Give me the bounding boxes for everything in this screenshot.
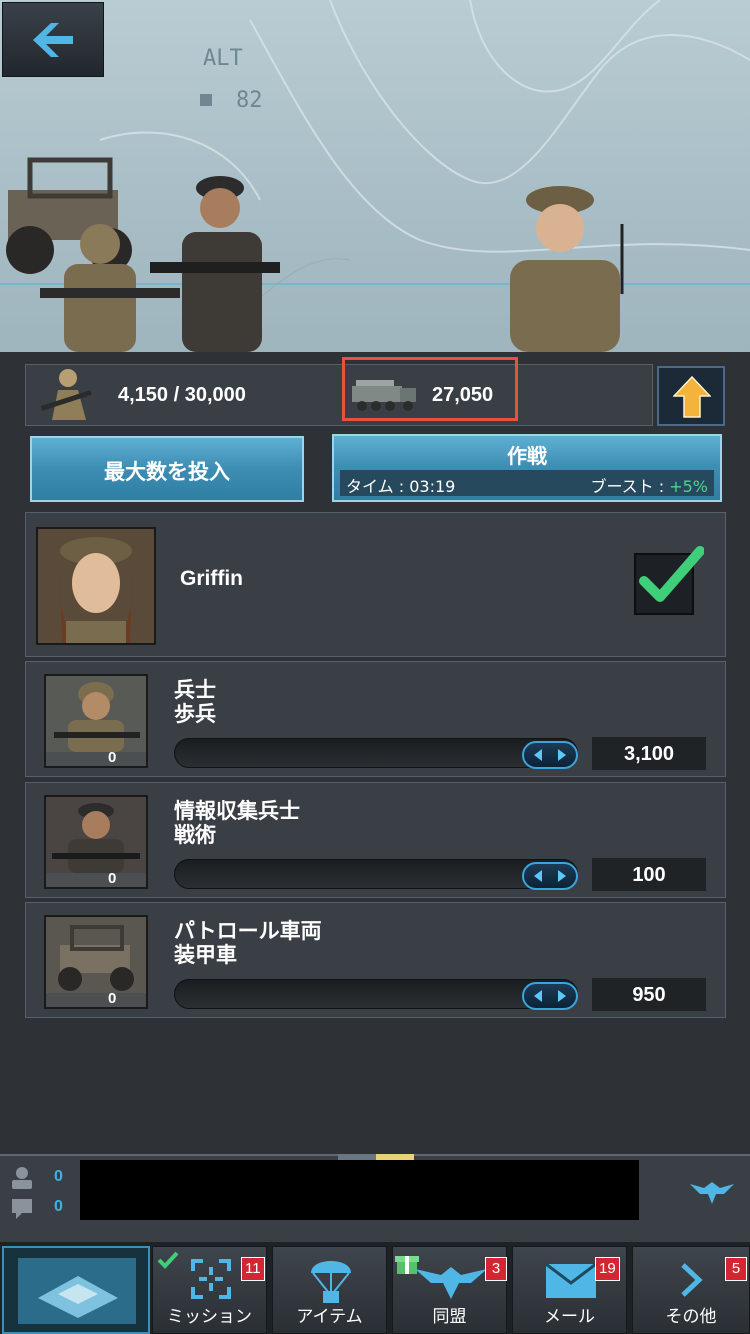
troop-row-patrol-vehicle: 0 パトロール車両 装甲車 950	[25, 902, 726, 1018]
online-members-count: 0	[54, 1168, 63, 1185]
upgrade-capacity-button[interactable]	[657, 366, 725, 426]
operation-button[interactable]: 作戦 タイム : 03:19 ブースト : +5%	[332, 434, 722, 502]
slider-handle[interactable]	[522, 982, 578, 1010]
troop-soldier-icon	[40, 369, 92, 420]
alliance-badge: 3	[485, 1257, 507, 1281]
troop-owned-count: 0	[108, 990, 117, 1007]
nav-base-button[interactable]	[2, 1246, 150, 1334]
message-icon	[12, 1199, 32, 1219]
troop-name: 情報収集兵士	[174, 799, 300, 823]
troop-quantity-input[interactable]: 950	[592, 978, 706, 1011]
slider-handle[interactable]	[522, 741, 578, 769]
parachute-icon	[311, 1261, 351, 1303]
commander-avatar	[38, 529, 154, 643]
boost-label: ブースト :	[590, 477, 670, 496]
operation-title: 作戦	[507, 444, 547, 468]
nav-label: その他	[665, 1307, 717, 1327]
unread-messages-count: 0	[54, 1198, 63, 1215]
nav-alliance-button[interactable]: 3 同盟	[392, 1246, 507, 1334]
march-time: タイム : 03:19	[346, 477, 456, 496]
troop-quantity-input[interactable]: 100	[592, 858, 706, 891]
back-button[interactable]	[2, 2, 104, 77]
commander-name: Griffin	[180, 567, 243, 590]
more-badge: 5	[725, 1257, 747, 1281]
troop-capacity: 4,150 / 30,000	[118, 384, 246, 406]
alt-marker-icon	[200, 94, 212, 106]
up-arrow-icon	[673, 376, 711, 418]
nav-mission-button[interactable]: 11 ミッション	[152, 1246, 267, 1334]
troop-quantity-value: 950	[632, 984, 666, 1006]
left-right-arrows-icon	[534, 749, 566, 761]
chat-preview[interactable]	[80, 1160, 639, 1220]
infantry-avatar	[46, 676, 146, 752]
check-mark-icon	[639, 546, 704, 602]
deploy-max-label: 最大数を投入	[104, 460, 230, 484]
troop-name-block: 情報収集兵士 戦術	[174, 799, 300, 847]
map-header: ALT 82	[0, 0, 750, 352]
troop-quantity-input[interactable]: 3,100	[592, 737, 706, 770]
left-right-arrows-icon	[534, 990, 566, 1002]
troop-type: 歩兵	[174, 702, 216, 726]
troop-quantity-slider[interactable]	[174, 859, 578, 889]
operation-info-bar: タイム : 03:19 ブースト : +5%	[340, 470, 714, 496]
boost-value: +5%	[669, 477, 708, 496]
nav-more-button[interactable]: 5 その他	[632, 1246, 750, 1334]
troop-name-block: 兵士 歩兵	[174, 678, 216, 726]
alt-value: 82	[236, 88, 263, 113]
troop-quantity-value: 100	[632, 864, 666, 886]
mail-badge: 19	[595, 1257, 620, 1281]
nav-label: ミッション	[167, 1307, 252, 1327]
intel-soldier-art	[150, 176, 280, 352]
troop-name: パトロール車両	[174, 919, 322, 943]
base-icon	[18, 1258, 136, 1324]
troop-type: 戦術	[174, 823, 216, 847]
nav-label: メール	[544, 1307, 595, 1327]
deploy-max-button[interactable]: 最大数を投入	[30, 436, 304, 502]
commander-art	[510, 186, 624, 352]
troop-owned-count: 0	[108, 749, 117, 766]
commander-portrait	[36, 527, 156, 645]
troop-quantity-value: 3,100	[623, 743, 675, 765]
nav-label: アイテム	[296, 1307, 363, 1327]
commander-select-checkbox[interactable]	[634, 546, 704, 615]
alt-label: ALT	[203, 46, 243, 71]
nav-mail-button[interactable]: 19 メール	[512, 1246, 627, 1334]
troop-row-intel: 0 情報収集兵士 戦術 100	[25, 782, 726, 898]
intel-soldier-avatar	[46, 797, 146, 873]
troop-owned-count: 0	[108, 870, 117, 887]
alliance-chat-eagle-icon[interactable]	[690, 1176, 734, 1206]
completed-check-icon	[157, 1251, 179, 1269]
eagle-icon	[415, 1267, 487, 1299]
mission-badge: 11	[241, 1257, 265, 1281]
member-icon	[12, 1167, 32, 1189]
slider-handle[interactable]	[522, 862, 578, 890]
nav-label: 同盟	[432, 1307, 467, 1327]
commander-card[interactable]: Griffin	[25, 512, 726, 657]
nav-items-button[interactable]: アイテム	[272, 1246, 387, 1334]
troop-name-block: パトロール車両 装甲車	[174, 919, 322, 967]
mail-icon	[545, 1263, 597, 1298]
back-arrow-icon	[33, 23, 73, 57]
troop-type: 装甲車	[174, 943, 237, 967]
troop-quantity-slider[interactable]	[174, 979, 578, 1009]
vehicle-count-highlight	[342, 357, 518, 421]
troop-portrait: 0	[44, 674, 148, 768]
troop-portrait: 0	[44, 915, 148, 1009]
troop-quantity-slider[interactable]	[174, 738, 578, 768]
troop-row-infantry: 0 兵士 歩兵 3,100	[25, 661, 726, 777]
boost-info: ブースト : +5%	[590, 473, 708, 497]
chevron-right-icon	[681, 1263, 703, 1297]
troop-portrait: 0	[44, 795, 148, 889]
patrol-vehicle-avatar	[46, 917, 146, 993]
crosshair-icon	[191, 1259, 231, 1299]
troop-name: 兵士	[174, 678, 216, 702]
left-right-arrows-icon	[534, 870, 566, 882]
